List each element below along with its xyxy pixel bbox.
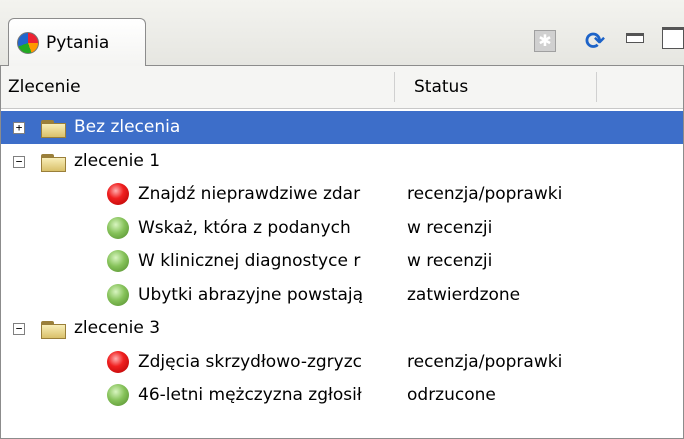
minimize-icon[interactable]	[626, 33, 644, 43]
expand-icon[interactable]: +	[13, 122, 25, 134]
view-logo-icon	[17, 31, 39, 54]
status-green-icon	[107, 283, 129, 306]
question-label: W klinicznej diagnostyce r	[138, 251, 361, 271]
column-header-status[interactable]: Status	[414, 66, 468, 108]
status-label: w recenzji	[407, 217, 493, 238]
status-label: zatwierdzone	[407, 284, 521, 305]
folder-icon	[41, 118, 66, 138]
folder-icon	[41, 152, 66, 172]
status-label: recenzja/poprawki	[407, 184, 563, 204]
group-label: zlecenie 1	[74, 150, 161, 171]
question-label: Ubytki abrazyjne powstają	[138, 284, 364, 305]
tree-item-row[interactable]: W klinicznej diagnostyce r w recenzji	[1, 245, 683, 278]
collapse-all-icon[interactable]: ✱	[534, 30, 556, 52]
tree-group-row[interactable]: − zlecenie 3	[1, 312, 683, 345]
table-header: Zlecenie Status	[1, 66, 683, 109]
status-green-icon	[107, 216, 129, 239]
column-divider[interactable]	[394, 72, 395, 102]
group-label: zlecenie 3	[74, 318, 161, 338]
view-titlebar: Pytania ✱ ⟳	[0, 0, 684, 66]
status-label: recenzja/poprawki	[407, 351, 563, 372]
status-red-icon	[107, 350, 129, 373]
tab-label: Pytania	[46, 32, 110, 53]
question-label: Wskaż, która z podanych	[138, 217, 351, 238]
column-header-zlecenie[interactable]: Zlecenie	[8, 66, 81, 108]
status-label: w recenzji	[407, 251, 493, 271]
status-label: odrzucone	[407, 385, 496, 405]
tree-item-row[interactable]: Ubytki abrazyjne powstają zatwierdzone	[1, 279, 683, 312]
collapse-icon[interactable]: −	[13, 323, 25, 335]
folder-icon	[41, 319, 66, 339]
tree-item-row[interactable]: Znajdź nieprawdziwe zdar recenzja/poprawk…	[1, 178, 683, 211]
question-label: Zdjęcia skrzydłowo-zgryzc	[138, 351, 362, 372]
tab-pytania[interactable]: Pytania	[8, 18, 146, 66]
refresh-icon[interactable]: ⟳	[582, 28, 608, 54]
tree-item-row[interactable]: Wskaż, która z podanych w recenzji	[1, 212, 683, 245]
tree-group-row[interactable]: + Bez zlecenia	[1, 111, 683, 144]
tree-table: Zlecenie Status + Bez zlecenia − zlecenie 1…	[0, 66, 684, 439]
column-divider[interactable]	[596, 72, 597, 102]
group-label: Bez zlecenia	[74, 117, 181, 137]
status-green-icon	[107, 384, 129, 406]
question-label: Znajdź nieprawdziwe zdar	[138, 184, 361, 204]
question-label: 46-letni mężczyzna zgłosił	[138, 385, 362, 405]
tree-item-row[interactable]: 46-letni mężczyzna zgłosił odrzucone	[1, 379, 683, 412]
tree-item-row[interactable]: Zdjęcia skrzydłowo-zgryzc recenzja/popraw…	[1, 346, 683, 379]
collapse-icon[interactable]: −	[13, 155, 25, 168]
tree-group-row[interactable]: − zlecenie 1	[1, 145, 683, 178]
status-red-icon	[107, 183, 129, 205]
questions-view: Pytania ✱ ⟳ Zlecenie Status + Bez zleceni…	[0, 0, 684, 439]
status-green-icon	[107, 250, 129, 272]
maximize-icon[interactable]	[662, 27, 684, 49]
